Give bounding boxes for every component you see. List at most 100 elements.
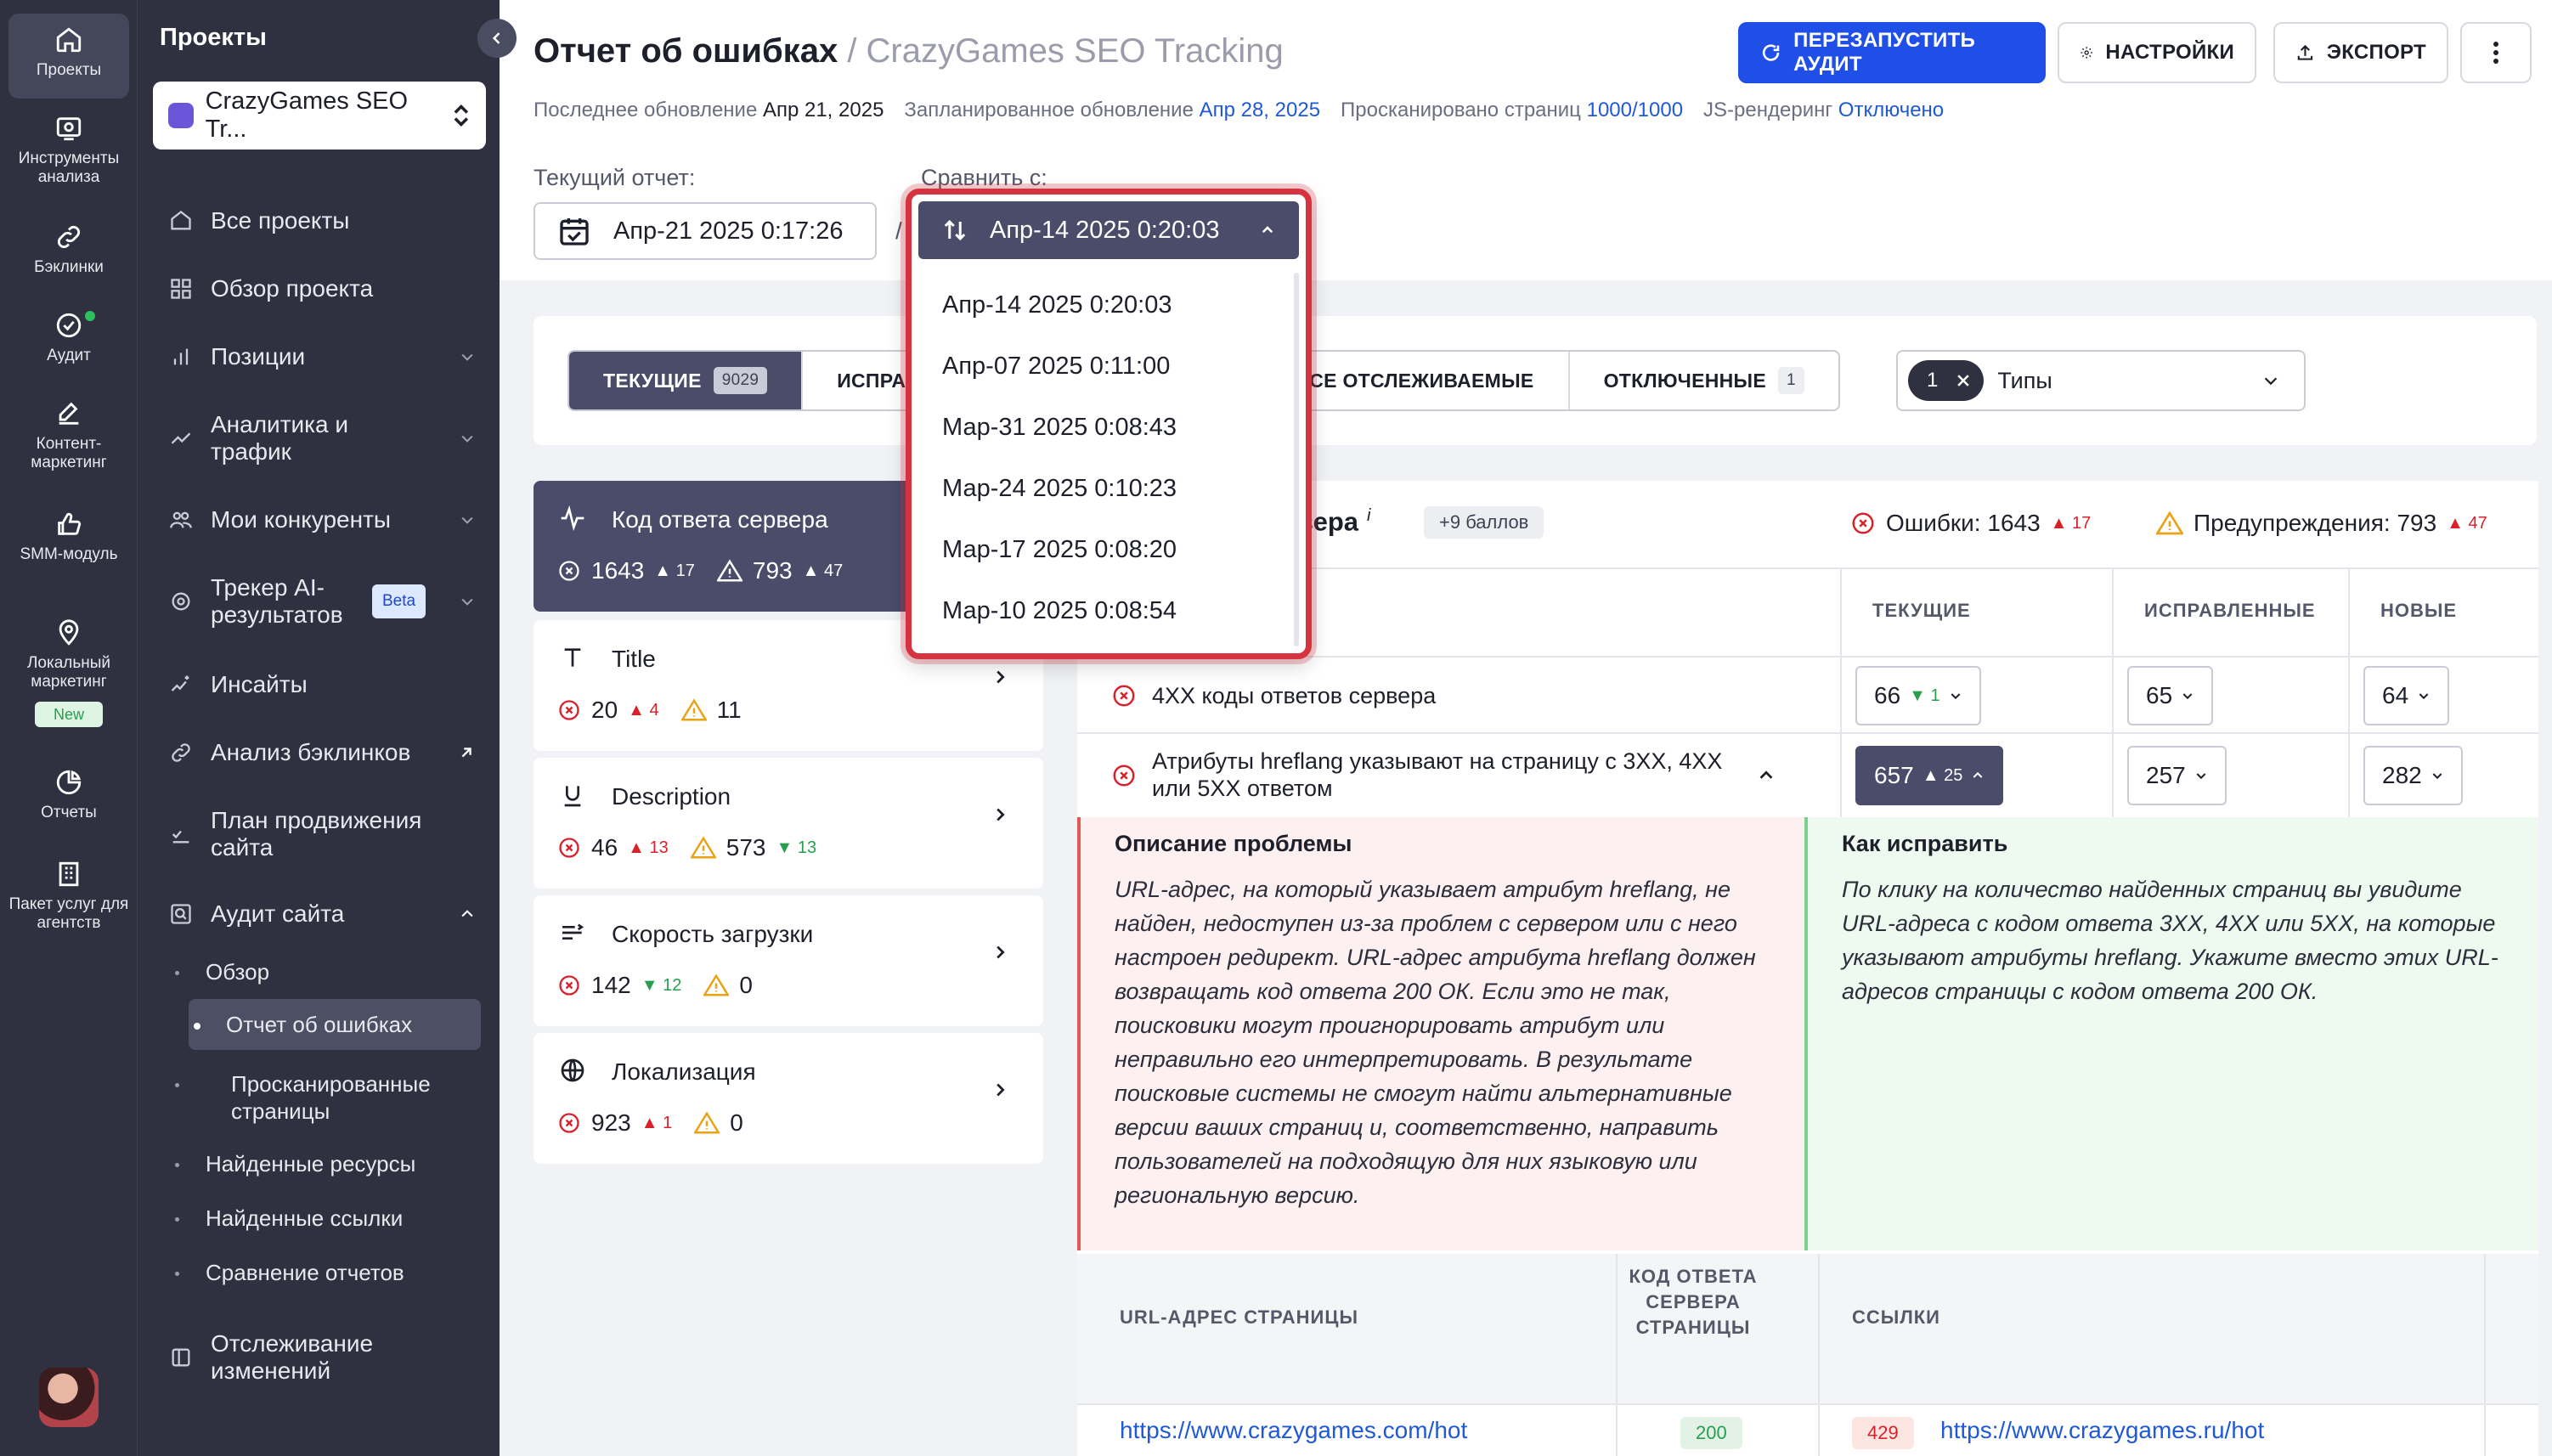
filter-bar: ТЕКУЩИЕ 9029 ИСПРА ВСЕ ОТСЛЕЖИВАЕМЫЕ ОТК… (534, 316, 2537, 445)
restart-audit-button[interactable]: ПЕРЕЗАПУСТИТЬ АУДИТ (1738, 22, 2046, 83)
export-button[interactable]: ЭКСПОРТ (2273, 22, 2448, 83)
new-count-select[interactable]: 64 (2363, 666, 2450, 725)
checklist-icon (172, 830, 189, 844)
rail-local[interactable]: Локальный маркетинг New (8, 618, 129, 727)
category-localization[interactable]: Локализация 923 ▲ 1 0 (534, 1033, 1043, 1164)
category-name: Title (612, 646, 656, 672)
current-report-select[interactable]: Апр-21 2025 0:17:26 (534, 202, 877, 260)
errors-summary: Ошибки: 1643 ▲ 17 (1850, 510, 2091, 537)
rail-content[interactable]: Контент-маркетинг (8, 399, 129, 472)
rail-smm[interactable]: SMM-модуль (8, 510, 129, 564)
chevron-up-icon[interactable] (1757, 766, 1776, 785)
subnav-error-report[interactable]: Отчет об ошибках (189, 999, 481, 1050)
sidebar: Проекты CrazyGames SEO Tr... Все проекты… (138, 0, 517, 1456)
types-filter[interactable]: 1 Типы (1896, 350, 2306, 411)
col-fixed: ИСПРАВЛЕННЫЕ (2144, 600, 2316, 621)
error-circle-icon (559, 838, 579, 858)
chevron-left-icon (492, 32, 500, 44)
error-circle-icon (559, 700, 579, 720)
chevron-down-icon (2182, 693, 2193, 700)
rail-backlinks[interactable]: Бэклинки (8, 223, 129, 277)
nav-competitors[interactable]: Мои конкуренты (168, 506, 483, 533)
category-load-speed[interactable]: Скорость загрузки 142 ▼ 12 0 (534, 895, 1043, 1026)
category-name: Код ответа сервера (612, 506, 828, 533)
error-circle-icon (1113, 765, 1135, 787)
fix-title: Как исправить (1842, 831, 2008, 856)
fixed-count-select[interactable]: 257 (2127, 746, 2227, 805)
issue-row[interactable]: 4ХХ коды ответов сервера 66 ▼ 1 65 64 (1077, 657, 2538, 734)
nav-analytics[interactable]: Аналитика и трафик (168, 411, 483, 466)
links-col: ССЫЛКИ (1852, 1306, 1940, 1328)
new-count-select[interactable]: 282 (2363, 746, 2463, 805)
settings-button[interactable]: НАСТРОЙКИ (2058, 22, 2256, 83)
compare-option[interactable]: Мар-31 2025 0:08:43 (942, 414, 1177, 442)
nav-promotion-plan[interactable]: План продвижения сайта (168, 807, 483, 861)
target-link[interactable]: https://www.crazygames.ru/hot (1940, 1417, 2264, 1444)
rail-audit[interactable]: Аудит (8, 311, 129, 365)
compare-option[interactable]: Апр-07 2025 0:11:00 (942, 353, 1170, 381)
nav-label: Анализ бэклинков (211, 739, 411, 765)
rail-analysis[interactable]: Инструменты анализа (8, 114, 129, 187)
nav-insights[interactable]: Инсайты (168, 671, 483, 698)
compare-label: Сравнить с: (921, 165, 1047, 190)
fixed-count-select[interactable]: 65 (2127, 666, 2214, 725)
rail-agency[interactable]: Пакет услуг для агентств (8, 860, 129, 933)
col-current: ТЕКУЩИЕ (1872, 600, 1971, 621)
types-chip[interactable]: 1 (1908, 360, 1985, 401)
nav-backlink-analysis[interactable]: Анализ бэклинков (168, 739, 483, 766)
subnav-overview[interactable]: Обзор (168, 958, 483, 985)
project-select[interactable]: CrazyGames SEO Tr... (153, 82, 486, 150)
nav-site-audit[interactable]: Аудит сайта (168, 900, 483, 928)
compare-select[interactable]: Апр-14 2025 0:20:03 (918, 201, 1299, 259)
dropdown-scrollbar[interactable] (1294, 273, 1299, 646)
points-badge: +9 баллов (1424, 506, 1544, 539)
tab-count: 1 (1778, 367, 1804, 394)
chevron-down-icon (2264, 377, 2278, 386)
nav-ai-tracker[interactable]: Трекер AI-результатов Beta (168, 574, 483, 629)
tab-current[interactable]: ТЕКУЩИЕ 9029 (569, 352, 804, 409)
nav-all-projects[interactable]: Все проекты (168, 207, 483, 234)
rail-label: Проекты (36, 61, 102, 79)
tab-disabled[interactable]: ОТКЛЮЧЕННЫЕ 1 (1570, 352, 1838, 409)
user-avatar[interactable] (39, 1368, 99, 1427)
compare-option[interactable]: Апр-14 2025 0:20:03 (942, 291, 1172, 319)
subnav-found-links[interactable]: Найденные ссылки (168, 1205, 483, 1232)
compare-option[interactable]: Мар-10 2025 0:08:54 (942, 597, 1177, 625)
issue-row-expanded[interactable]: Атрибуты hreflang указывают на страницу … (1077, 734, 2538, 817)
subnav-compare-reports[interactable]: Сравнение отчетов (168, 1259, 483, 1286)
grid-icon (171, 279, 191, 299)
issue-text: Атрибуты hreflang указывают на страницу … (1152, 748, 1723, 801)
audit-search-icon (171, 904, 191, 924)
status-dot (85, 311, 95, 321)
current-report-label: Текущий отчет: (534, 165, 696, 190)
home-icon (171, 211, 191, 230)
rail-label: Контент-маркетинг (31, 435, 107, 471)
upload-icon (2297, 44, 2313, 60)
more-options-button[interactable] (2460, 22, 2532, 83)
collapse-sidebar-button[interactable] (477, 19, 517, 58)
chevron-up-icon (461, 910, 473, 917)
compare-option[interactable]: Мар-17 2025 0:08:20 (942, 536, 1177, 564)
close-icon[interactable] (1955, 372, 1972, 389)
category-description[interactable]: Description 46 ▲ 13 573 ▼ 13 (534, 758, 1043, 889)
rail-projects[interactable]: Проекты (8, 14, 129, 99)
info-sup[interactable]: i (1367, 506, 1370, 525)
nav-label: Отслеживание изменений (211, 1330, 374, 1384)
page-title: Отчет об ошибках / CrazyGames SEO Tracki… (534, 32, 1284, 71)
nav-positions[interactable]: Позиции (168, 343, 483, 370)
new-badge: New (34, 702, 103, 727)
rail-label: Инструменты анализа (18, 150, 120, 186)
ai-icon (172, 592, 190, 611)
subnav-found-resources[interactable]: Найденные ресурсы (168, 1150, 483, 1177)
current-count-select[interactable]: 657 ▲ 25 (1855, 746, 2004, 805)
rail-reports[interactable]: Отчеты (8, 768, 129, 822)
compare-option[interactable]: Мар-24 2025 0:10:23 (942, 475, 1177, 503)
nav-change-tracking[interactable]: Отслеживание изменений (168, 1330, 483, 1385)
fix-text: По клику на количество найденных страниц… (1842, 877, 2498, 1004)
category-name: Description (612, 783, 731, 810)
subnav-scanned-pages[interactable]: Просканированные страницы (168, 1070, 431, 1125)
page-url-link[interactable]: https://www.crazygames.com/hot (1120, 1417, 1467, 1444)
nav-project-overview[interactable]: Обзор проекта (168, 275, 483, 302)
current-count-select[interactable]: 66 ▼ 1 (1855, 666, 1981, 725)
sparkle-icon (171, 675, 189, 691)
